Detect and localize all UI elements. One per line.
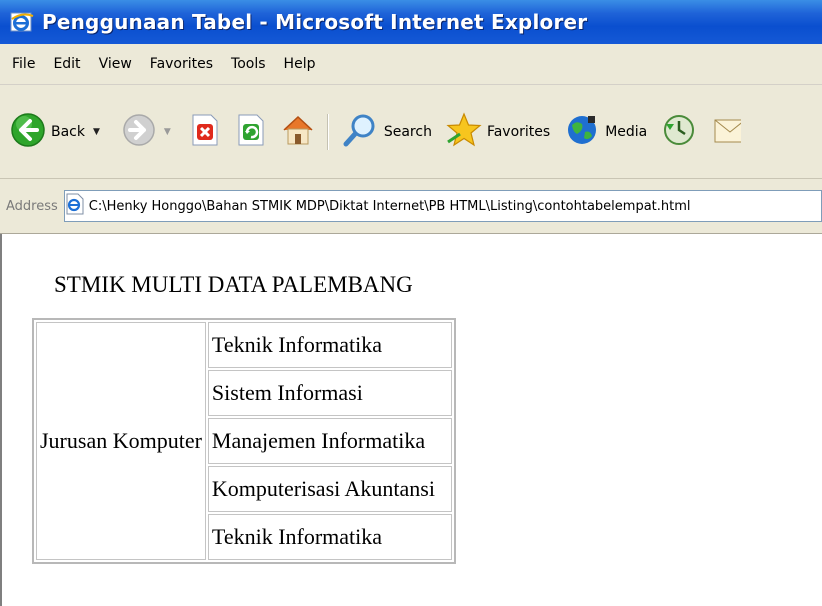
back-dropdown-icon[interactable]: ▼ (93, 127, 100, 137)
page-content: STMIK MULTI DATA PALEMBANG Jurusan Kompu… (0, 234, 822, 606)
table-cell: Teknik Informatika (207, 514, 452, 560)
address-label: Address (6, 198, 58, 214)
window-title: Penggunaan Tabel - Microsoft Internet Ex… (42, 10, 588, 34)
toolbar-separator (326, 113, 329, 150)
menu-view[interactable]: View (90, 56, 141, 72)
back-arrow-icon (10, 112, 46, 152)
menu-favorites[interactable]: Favorites (141, 56, 222, 72)
table-cell: Manajemen Informatika (207, 418, 452, 464)
ie-logo-icon (10, 10, 34, 34)
refresh-icon (235, 113, 267, 151)
home-button[interactable] (281, 113, 315, 151)
forward-button[interactable]: ▼ (122, 113, 171, 151)
table-cell: Teknik Informatika (207, 322, 452, 368)
history-button[interactable] (661, 112, 697, 152)
address-bar: Address C:\Henky Honggo\Bahan STMIK MDP\… (0, 179, 822, 234)
media-label: Media (605, 123, 648, 140)
menu-file[interactable]: File (0, 56, 44, 72)
favorites-label: Favorites (486, 123, 551, 140)
menu-edit[interactable]: Edit (44, 56, 89, 72)
forward-arrow-icon (122, 113, 156, 151)
row-header-cell: Jurusan Komputer (36, 322, 206, 560)
table-cell: Komputerisasi Akuntansi (207, 466, 452, 512)
home-icon (281, 113, 315, 151)
mail-button[interactable] (711, 112, 746, 152)
address-input[interactable]: C:\Henky Honggo\Bahan STMIK MDP\Diktat I… (63, 190, 822, 222)
media-icon (564, 112, 600, 152)
table-row: Jurusan Komputer Teknik Informatika (36, 322, 452, 560)
page-heading: STMIK MULTI DATA PALEMBANG (54, 272, 413, 297)
menu-bar: File Edit View Favorites Tools Help (0, 44, 822, 85)
search-label: Search (383, 123, 432, 140)
back-button[interactable]: Back ▼ (10, 112, 100, 152)
address-value: C:\Henky Honggo\Bahan STMIK MDP\Diktat I… (88, 198, 691, 214)
refresh-button[interactable] (235, 113, 267, 151)
title-bar: Penggunaan Tabel - Microsoft Internet Ex… (0, 0, 822, 44)
mail-icon (711, 112, 746, 152)
menu-tools[interactable]: Tools (222, 56, 275, 72)
history-icon (661, 112, 697, 152)
table-cell: Sistem Informasi (207, 370, 452, 416)
favorites-button[interactable]: Favorites (446, 111, 551, 152)
favorites-star-icon (446, 111, 482, 152)
media-button[interactable]: Media (564, 112, 647, 152)
back-label: Back (51, 123, 85, 140)
stop-button[interactable] (189, 113, 221, 151)
stop-icon (189, 113, 221, 151)
toolbar: Back ▼ ▼ Search Favorites Media (0, 85, 822, 179)
search-icon (343, 112, 379, 152)
jurusan-table: Jurusan Komputer Teknik Informatika Sist… (32, 318, 456, 564)
forward-dropdown-icon[interactable]: ▼ (164, 127, 171, 137)
page-icon (65, 193, 85, 219)
search-button[interactable]: Search (343, 112, 432, 152)
menu-help[interactable]: Help (275, 56, 325, 72)
